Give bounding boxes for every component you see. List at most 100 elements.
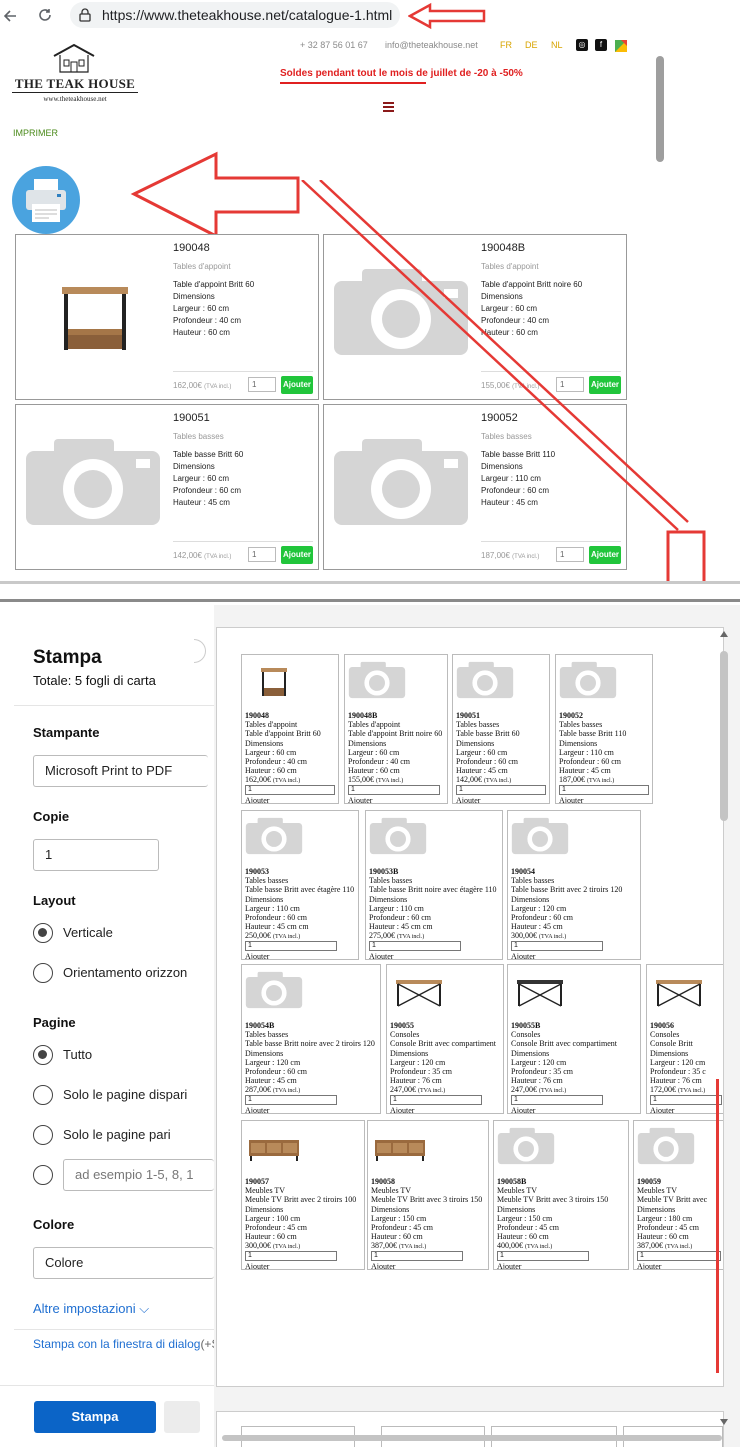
cancel-button[interactable] (164, 1401, 200, 1433)
system-dialog-link[interactable]: Stampa con la finestra di dialog(+S (33, 1337, 219, 1351)
preview-add-button[interactable]: Ajouter (456, 796, 480, 803)
product-ref[interactable]: 190051 (173, 412, 210, 424)
preview-quantity-input[interactable]: 1 (497, 1250, 589, 1261)
facebook-icon[interactable]: f (595, 39, 607, 51)
google-maps-icon[interactable] (615, 39, 627, 52)
preview-quantity-input[interactable]: 1 (245, 784, 335, 795)
landscape-radio[interactable] (33, 963, 53, 983)
custom-pages-radio[interactable] (33, 1165, 53, 1185)
preview-product-text: 190055B Consoles Console Britt avec comp… (511, 1021, 617, 1095)
table-photo-image (62, 287, 128, 350)
quantity-input[interactable]: 1 (248, 377, 276, 392)
preview-add-button[interactable]: Ajouter (369, 952, 393, 959)
print-dialog: Stampa Totale: 5 fogli di carta Stampant… (0, 605, 740, 1447)
preview-quantity-input[interactable]: 1 (511, 1094, 603, 1105)
quantity-input[interactable]: 1 (248, 547, 276, 562)
camera-placeholder-image (245, 816, 303, 856)
preview-product-card: 190051 Tables basses Table basse Britt 6… (452, 654, 550, 804)
preview-product-text: 190059 Meubles TV Meuble TV Britt avec D… (637, 1177, 708, 1251)
reload-icon[interactable] (36, 6, 54, 24)
preview-product-text: 190052 Tables basses Table basse Britt 1… (559, 711, 627, 785)
email-link[interactable]: info@theteakhouse.net (385, 40, 478, 50)
preview-add-button[interactable]: Ajouter (371, 1262, 395, 1269)
lang-de[interactable]: DE (525, 40, 538, 50)
lang-nl[interactable]: NL (551, 40, 563, 50)
preview-product-card: 190048B Tables d'appoint Table d'appoint… (344, 654, 448, 804)
product-category: Tables d'appoint (173, 262, 231, 271)
odd-pages-label: Solo le pagine dispari (63, 1087, 188, 1102)
preview-add-button[interactable]: Ajouter (511, 952, 535, 959)
address-bar[interactable]: https://www.theteakhouse.net/catalogue-1… (70, 2, 400, 28)
preview-add-button[interactable]: Ajouter (511, 1106, 535, 1113)
odd-pages-radio[interactable] (33, 1085, 53, 1105)
preview-quantity-input[interactable]: 1 (650, 1094, 722, 1105)
product-card: 190048 Tables d'appoint Table d'appoint … (15, 234, 319, 400)
console-black-photo-image (511, 970, 569, 1010)
preview-product-text: 190058 Meubles TV Meuble TV Britt avec 3… (371, 1177, 483, 1251)
preview-quantity-input[interactable]: 1 (245, 1094, 337, 1105)
preview-product-card: 190055B Consoles Console Britt avec comp… (507, 964, 641, 1114)
preview-quantity-input[interactable]: 1 (390, 1094, 482, 1105)
preview-quantity-input[interactable]: 1 (637, 1250, 721, 1261)
banner-underline (280, 82, 426, 84)
preview-product-card: 190052 Tables basses Table basse Britt 1… (555, 654, 653, 804)
preview-product-text: 190056 Consoles Console Britt Dimensions… (650, 1021, 706, 1095)
preview-quantity-input[interactable]: 1 (456, 784, 546, 795)
preview-add-button[interactable]: Ajouter (650, 1106, 674, 1113)
horizontal-scrollbar[interactable] (222, 1435, 722, 1441)
preview-add-button[interactable]: Ajouter (348, 796, 372, 803)
preview-product-text: 190057 Meubles TV Meuble TV Britt avec 2… (245, 1177, 357, 1251)
even-pages-radio[interactable] (33, 1125, 53, 1145)
preview-quantity-input[interactable]: 1 (348, 784, 440, 795)
preview-add-button[interactable]: Ajouter (245, 952, 269, 959)
preview-product-ref: 190056 (650, 1021, 674, 1030)
lang-fr[interactable]: FR (500, 40, 512, 50)
console-photo-image (650, 970, 708, 1010)
all-pages-radio[interactable] (33, 1045, 53, 1065)
camera-placeholder-image (511, 816, 569, 856)
site-scrollbar-thumb[interactable] (656, 56, 664, 162)
sheet-count: Totale: 5 fogli di carta (33, 673, 156, 688)
scroll-down-icon[interactable] (720, 1413, 728, 1425)
preview-quantity-input[interactable]: 1 (559, 784, 649, 795)
preview-product-text: 190058B Meubles TV Meuble TV Britt avec … (497, 1177, 609, 1251)
preview-product-text: 190048B Tables d'appoint Table d'appoint… (348, 711, 443, 785)
preview-quantity-input[interactable]: 1 (511, 940, 603, 951)
scroll-up-icon[interactable] (720, 625, 728, 637)
url-text: https://www.theteakhouse.net/catalogue-1… (102, 7, 393, 23)
preview-add-button[interactable]: Ajouter (637, 1262, 661, 1269)
hamburger-menu-icon[interactable] (383, 102, 394, 112)
more-settings-link[interactable]: Altre impostazioni ⌵ (33, 1301, 149, 1317)
preview-add-button[interactable]: Ajouter (245, 1262, 269, 1269)
preview-add-button[interactable]: Ajouter (497, 1262, 521, 1269)
portrait-radio[interactable] (33, 923, 53, 943)
camera-placeholder-image (637, 1126, 695, 1166)
preview-quantity-input[interactable]: 1 (369, 940, 461, 951)
print-button[interactable]: Stampa (34, 1401, 156, 1433)
product-price: 162,00€ (TVA incl.) (173, 381, 232, 390)
printer-select[interactable]: Microsoft Print to PDF (33, 755, 208, 787)
page-range-input[interactable]: ad esempio 1-5, 8, 1 (63, 1159, 214, 1191)
site-logo[interactable]: THE TEAK HOUSE www.theteakhouse.net (12, 42, 138, 106)
all-pages-label: Tutto (63, 1047, 93, 1062)
print-link[interactable]: IMPRIMER (13, 128, 58, 138)
layout-label: Layout (33, 893, 76, 908)
back-arrow-icon[interactable] (2, 8, 18, 24)
preview-add-button[interactable]: Ajouter (245, 1106, 269, 1113)
printer-icon[interactable] (12, 166, 80, 234)
copies-input[interactable]: 1 (33, 839, 159, 871)
lock-icon (79, 8, 91, 22)
preview-scrollbar-thumb[interactable] (720, 651, 728, 821)
panel-edge-handle (194, 639, 206, 663)
print-preview-pane[interactable]: 190048 Tables d'appoint Table d'appoint … (214, 605, 740, 1447)
preview-quantity-input[interactable]: 1 (371, 1250, 463, 1261)
preview-add-button[interactable]: Ajouter (390, 1106, 414, 1113)
preview-quantity-input[interactable]: 1 (245, 940, 337, 951)
preview-add-button[interactable]: Ajouter (245, 796, 269, 803)
phone-number[interactable]: + 32 87 56 01 67 (300, 40, 368, 50)
preview-quantity-input[interactable]: 1 (245, 1250, 337, 1261)
color-select[interactable]: Colore (33, 1247, 214, 1279)
product-ref[interactable]: 190048 (173, 242, 210, 254)
preview-add-button[interactable]: Ajouter (559, 796, 583, 803)
instagram-icon[interactable]: ◎ (576, 39, 588, 51)
